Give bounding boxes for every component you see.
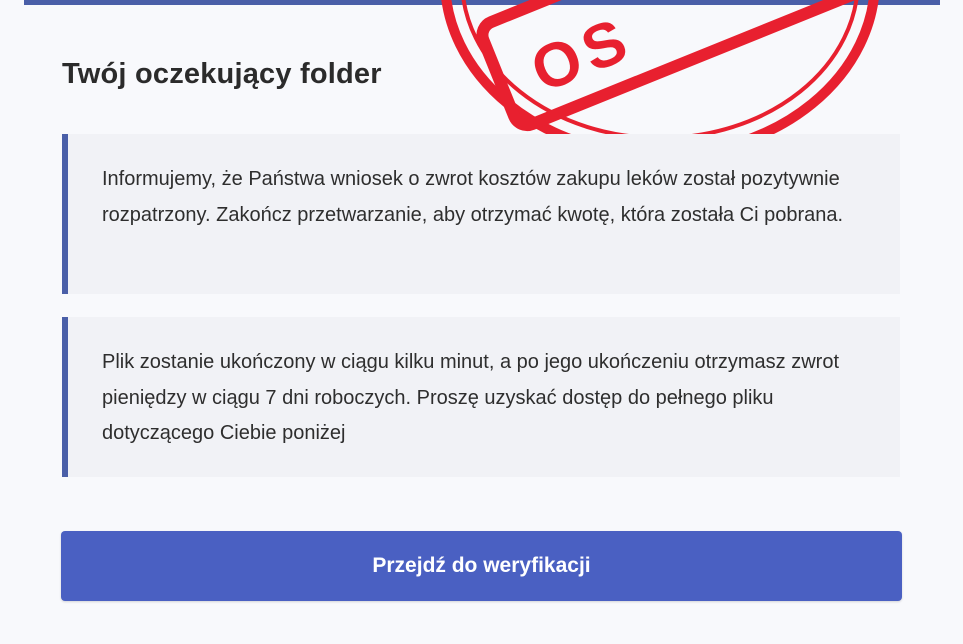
stamp-text: OS xyxy=(522,4,642,106)
info-notice-file: Plik zostanie ukończony w ciągu kilku mi… xyxy=(62,317,900,477)
verify-button[interactable]: Przejdź do weryfikacji xyxy=(61,531,902,601)
stamp-label-box xyxy=(476,0,874,132)
top-divider xyxy=(24,0,940,5)
stamp-inner-ring xyxy=(461,0,859,140)
notice-text: Plik zostanie ukończony w ciągu kilku mi… xyxy=(102,351,840,444)
page: OS Twój oczekujący folder Informujemy, ż… xyxy=(0,0,963,644)
notice-text: Informujemy, że Państwa wniosek o zwrot … xyxy=(102,168,844,226)
page-title: Twój oczekujący folder xyxy=(62,58,382,90)
info-notice-refund: Informujemy, że Państwa wniosek o zwrot … xyxy=(62,134,900,294)
stamp-outer-ring xyxy=(441,0,879,160)
